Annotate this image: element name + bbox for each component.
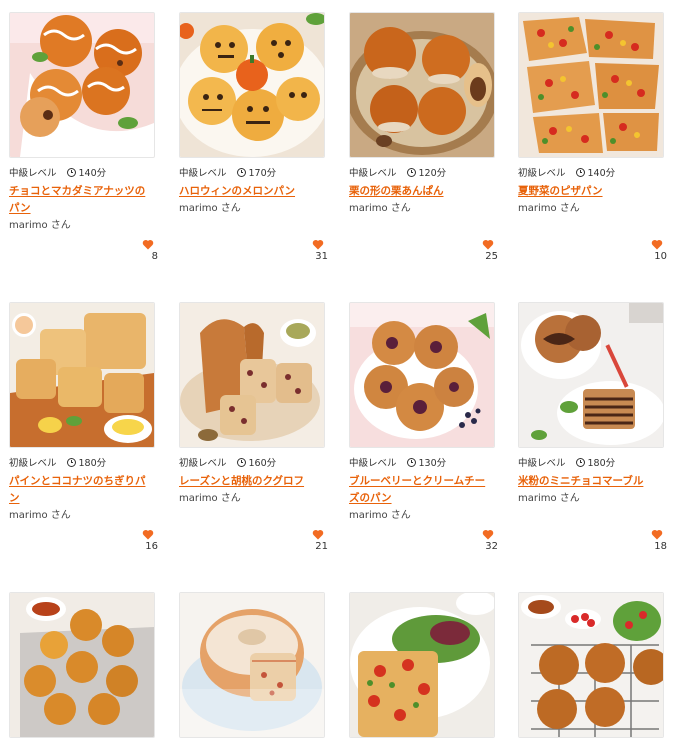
recipe-title-link[interactable]: レーズンと胡桃のクグロフ [179, 473, 325, 490]
recipe-grid: 中級レベル 140分 チョコとマカダミアナッツのパン marimo さん 8 中… [0, 0, 677, 738]
recipe-title-link[interactable]: ブルーベリーとクリームチーズのパン [349, 473, 495, 507]
recipe-meta: 中級レベル 180分 [518, 454, 664, 470]
like-widget: 31 [308, 239, 328, 262]
recipe-photo[interactable] [179, 592, 325, 738]
recipe-photo[interactable] [518, 592, 664, 738]
recipe-author: marimo さん [9, 220, 71, 231]
recipe-photo[interactable] [349, 302, 495, 448]
recipe-title-link[interactable]: 栗の形の栗あんぱん [349, 183, 495, 200]
difficulty-level: 中級レベル [349, 168, 397, 179]
clock-icon [575, 457, 585, 467]
like-count: 10 [654, 251, 667, 262]
like-widget: 16 [138, 529, 158, 552]
like-widget: 8 [138, 239, 158, 262]
recipe-meta: 初級レベル 160分 [179, 454, 325, 470]
recipe-meta: 中級レベル 170分 [179, 164, 325, 180]
recipe-photo[interactable] [518, 302, 664, 448]
recipe-card[interactable]: 初級レベル 140分 夏野菜のピザパン marimo さん [518, 12, 664, 216]
recipe-photo[interactable] [9, 302, 155, 448]
difficulty-level: 初級レベル [179, 458, 227, 469]
like-widget: 10 [647, 239, 667, 262]
like-widget: 21 [308, 529, 328, 552]
cooking-time: 170分 [248, 168, 277, 179]
like-count: 16 [145, 541, 158, 552]
heart-icon[interactable] [312, 239, 324, 250]
clock-icon [406, 167, 416, 177]
heart-icon[interactable] [651, 239, 663, 250]
recipe-author: marimo さん [349, 203, 411, 214]
recipe-card[interactable]: 中級レベル 140分 チョコとマカダミアナッツのパン marimo さん [9, 12, 155, 233]
recipe-photo[interactable] [9, 592, 155, 738]
cooking-time: 140分 [78, 168, 107, 179]
recipe-meta: 初級レベル 140分 [518, 164, 664, 180]
like-count: 25 [485, 251, 498, 262]
like-widget: 32 [478, 529, 498, 552]
cooking-time: 130分 [418, 458, 447, 469]
recipe-photo[interactable] [518, 12, 664, 158]
recipe-meta: 中級レベル 130分 [349, 454, 495, 470]
recipe-photo[interactable] [349, 12, 495, 158]
recipe-photo[interactable] [349, 592, 495, 738]
recipe-card[interactable] [9, 592, 155, 738]
difficulty-level: 中級レベル [349, 458, 397, 469]
heart-icon[interactable] [651, 529, 663, 540]
cooking-time: 180分 [78, 458, 107, 469]
clock-icon [66, 457, 76, 467]
recipe-author: marimo さん [518, 203, 580, 214]
recipe-author: marimo さん [349, 510, 411, 521]
recipe-card[interactable]: 初級レベル 160分 レーズンと胡桃のクグロフ marimo さん [179, 302, 325, 506]
recipe-card[interactable]: 中級レベル 120分 栗の形の栗あんぱん marimo さん [349, 12, 495, 216]
like-widget: 18 [647, 529, 667, 552]
clock-icon [236, 167, 246, 177]
recipe-title-link[interactable]: パインとココナツのちぎりパン [9, 473, 155, 507]
recipe-author: marimo さん [518, 493, 580, 504]
recipe-meta: 初級レベル 180分 [9, 454, 155, 470]
difficulty-level: 中級レベル [9, 168, 57, 179]
recipe-author: marimo さん [179, 203, 241, 214]
recipe-card[interactable]: 初級レベル 180分 パインとココナツのちぎりパン marimo さん [9, 302, 155, 523]
recipe-card[interactable]: 中級レベル 170分 ハロウィンのメロンパン marimo さん [179, 12, 325, 216]
cooking-time: 160分 [248, 458, 277, 469]
recipe-author: marimo さん [179, 493, 241, 504]
like-count: 8 [151, 251, 158, 262]
recipe-card[interactable] [518, 592, 664, 738]
recipe-meta: 中級レベル 140分 [9, 164, 155, 180]
cooking-time: 180分 [587, 458, 616, 469]
like-count: 18 [654, 541, 667, 552]
recipe-title-link[interactable]: チョコとマカダミアナッツのパン [9, 183, 155, 217]
like-widget: 25 [478, 239, 498, 262]
recipe-card[interactable]: 中級レベル 180分 米粉のミニチョコマーブル marimo さん [518, 302, 664, 506]
like-count: 21 [315, 541, 328, 552]
recipe-card[interactable] [179, 592, 325, 738]
recipe-title-link[interactable]: 夏野菜のピザパン [518, 183, 664, 200]
heart-icon[interactable] [142, 529, 154, 540]
cooking-time: 140分 [587, 168, 616, 179]
clock-icon [66, 167, 76, 177]
recipe-photo[interactable] [179, 12, 325, 158]
heart-icon[interactable] [312, 529, 324, 540]
heart-icon[interactable] [142, 239, 154, 250]
cooking-time: 120分 [418, 168, 447, 179]
like-count: 31 [315, 251, 328, 262]
clock-icon [236, 457, 246, 467]
difficulty-level: 初級レベル [518, 168, 566, 179]
recipe-photo[interactable] [9, 12, 155, 158]
like-count: 32 [485, 541, 498, 552]
difficulty-level: 初級レベル [9, 458, 57, 469]
recipe-title-link[interactable]: 米粉のミニチョコマーブル [518, 473, 664, 490]
recipe-meta: 中級レベル 120分 [349, 164, 495, 180]
heart-icon[interactable] [482, 529, 494, 540]
recipe-author: marimo さん [9, 510, 71, 521]
recipe-card[interactable]: 中級レベル 130分 ブルーベリーとクリームチーズのパン marimo さん [349, 302, 495, 523]
clock-icon [406, 457, 416, 467]
difficulty-level: 中級レベル [179, 168, 227, 179]
difficulty-level: 中級レベル [518, 458, 566, 469]
clock-icon [575, 167, 585, 177]
recipe-title-link[interactable]: ハロウィンのメロンパン [179, 183, 325, 200]
heart-icon[interactable] [482, 239, 494, 250]
recipe-card[interactable] [349, 592, 495, 738]
recipe-photo[interactable] [179, 302, 325, 448]
